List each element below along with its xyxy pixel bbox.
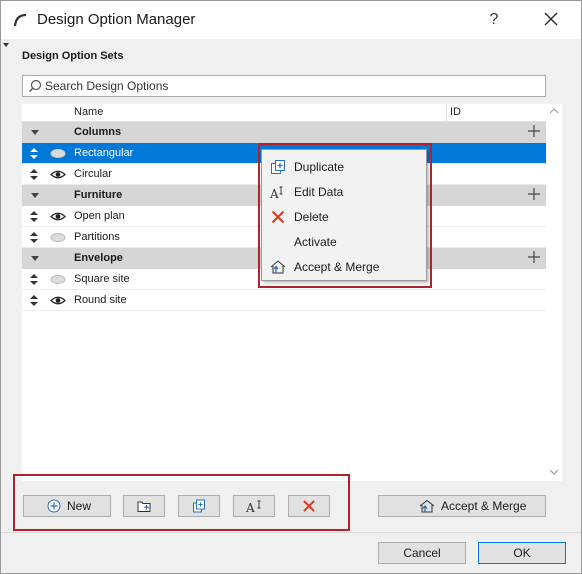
search-input[interactable] [45, 78, 540, 94]
new-button-label: New [67, 499, 92, 513]
scroll-down-arrow-icon[interactable] [549, 468, 559, 476]
reorder-handle-icon[interactable] [30, 148, 38, 159]
reorder-handle-icon[interactable] [30, 211, 38, 222]
add-option-icon[interactable] [527, 250, 541, 264]
group-row-columns[interactable]: Columns [22, 122, 546, 143]
search-icon [29, 79, 42, 92]
visibility-off-icon[interactable] [50, 232, 66, 243]
menu-item-delete[interactable]: Delete [262, 205, 426, 230]
reorder-handle-icon[interactable] [30, 274, 38, 285]
new-option-set-button[interactable] [123, 495, 165, 517]
menu-item-duplicate[interactable]: Duplicate [262, 155, 426, 180]
close-button[interactable] [531, 5, 571, 35]
menu-item-accept-merge[interactable]: Accept & Merge [262, 255, 426, 280]
cancel-button[interactable]: Cancel [378, 542, 466, 564]
section-title: Design Option Sets [22, 50, 124, 62]
add-circle-icon [47, 499, 61, 513]
cancel-label: Cancel [403, 546, 441, 560]
option-row-round-site[interactable]: Round site [22, 290, 546, 311]
edit-data-button[interactable]: A [233, 495, 275, 517]
visibility-on-icon[interactable] [50, 211, 66, 222]
option-label: Circular [74, 168, 112, 180]
option-label: Open plan [74, 210, 125, 222]
duplicate-icon [271, 160, 285, 174]
edit-data-icon: A [270, 186, 283, 200]
collapse-caret-icon[interactable] [31, 256, 39, 261]
menu-item-label: Activate [294, 235, 337, 249]
app-logo-icon [13, 13, 27, 27]
close-icon [544, 12, 558, 26]
menu-item-label: Accept & Merge [294, 260, 380, 274]
search-box[interactable] [22, 75, 546, 97]
accept-merge-icon [270, 260, 286, 274]
help-button[interactable]: ? [479, 5, 509, 35]
visibility-off-icon[interactable] [50, 148, 66, 159]
add-option-icon[interactable] [527, 187, 541, 201]
delete-icon [303, 500, 315, 512]
new-option-set-icon [137, 501, 151, 512]
new-button[interactable]: New [23, 495, 111, 517]
column-header-name[interactable]: Name [74, 106, 103, 118]
accept-merge-button[interactable]: Accept & Merge [378, 495, 546, 517]
table-header: Name ID [22, 104, 546, 122]
svg-text:A: A [246, 501, 255, 513]
group-label: Columns [74, 126, 122, 138]
menu-item-activate[interactable]: Activate [262, 230, 426, 255]
delete-icon [271, 210, 285, 224]
option-label: Rectangular [74, 147, 134, 159]
context-menu: Duplicate A Edit Data Delete Activate Ac… [261, 149, 427, 281]
delete-button[interactable] [288, 495, 330, 517]
accept-merge-label: Accept & Merge [441, 499, 527, 513]
reorder-handle-icon[interactable] [30, 295, 38, 306]
visibility-on-icon[interactable] [50, 295, 66, 306]
accept-merge-icon [419, 499, 435, 513]
collapse-caret-icon[interactable] [31, 130, 39, 135]
footer-divider [1, 532, 581, 533]
design-option-manager-dialog: Design Option Manager ? Design Option Se… [0, 0, 582, 574]
visibility-off-icon[interactable] [50, 274, 66, 285]
title-bar: Design Option Manager ? [1, 1, 581, 39]
group-label: Furniture [74, 189, 123, 201]
reorder-handle-icon[interactable] [30, 169, 38, 180]
ok-label: OK [513, 546, 531, 560]
resize-marker-icon [3, 43, 9, 47]
menu-item-edit-data[interactable]: A Edit Data [262, 180, 426, 205]
column-header-id[interactable]: ID [446, 104, 461, 122]
group-label: Envelope [74, 252, 123, 264]
option-label: Round site [74, 294, 127, 306]
scroll-up-arrow-icon[interactable] [549, 107, 559, 115]
menu-item-label: Duplicate [294, 160, 345, 174]
visibility-on-icon[interactable] [50, 169, 66, 180]
ok-button[interactable]: OK [478, 542, 566, 564]
window-title: Design Option Manager [37, 11, 196, 28]
menu-item-label: Edit Data [294, 185, 344, 199]
svg-text:A: A [270, 187, 279, 200]
option-label: Partitions [74, 231, 120, 243]
collapse-caret-icon[interactable] [31, 193, 39, 198]
reorder-handle-icon[interactable] [30, 232, 38, 243]
edit-data-icon: A [246, 500, 261, 513]
menu-item-label: Delete [294, 210, 329, 224]
option-label: Square site [74, 273, 130, 285]
add-option-icon[interactable] [527, 124, 541, 138]
duplicate-button[interactable] [178, 495, 220, 517]
duplicate-icon [193, 499, 205, 513]
